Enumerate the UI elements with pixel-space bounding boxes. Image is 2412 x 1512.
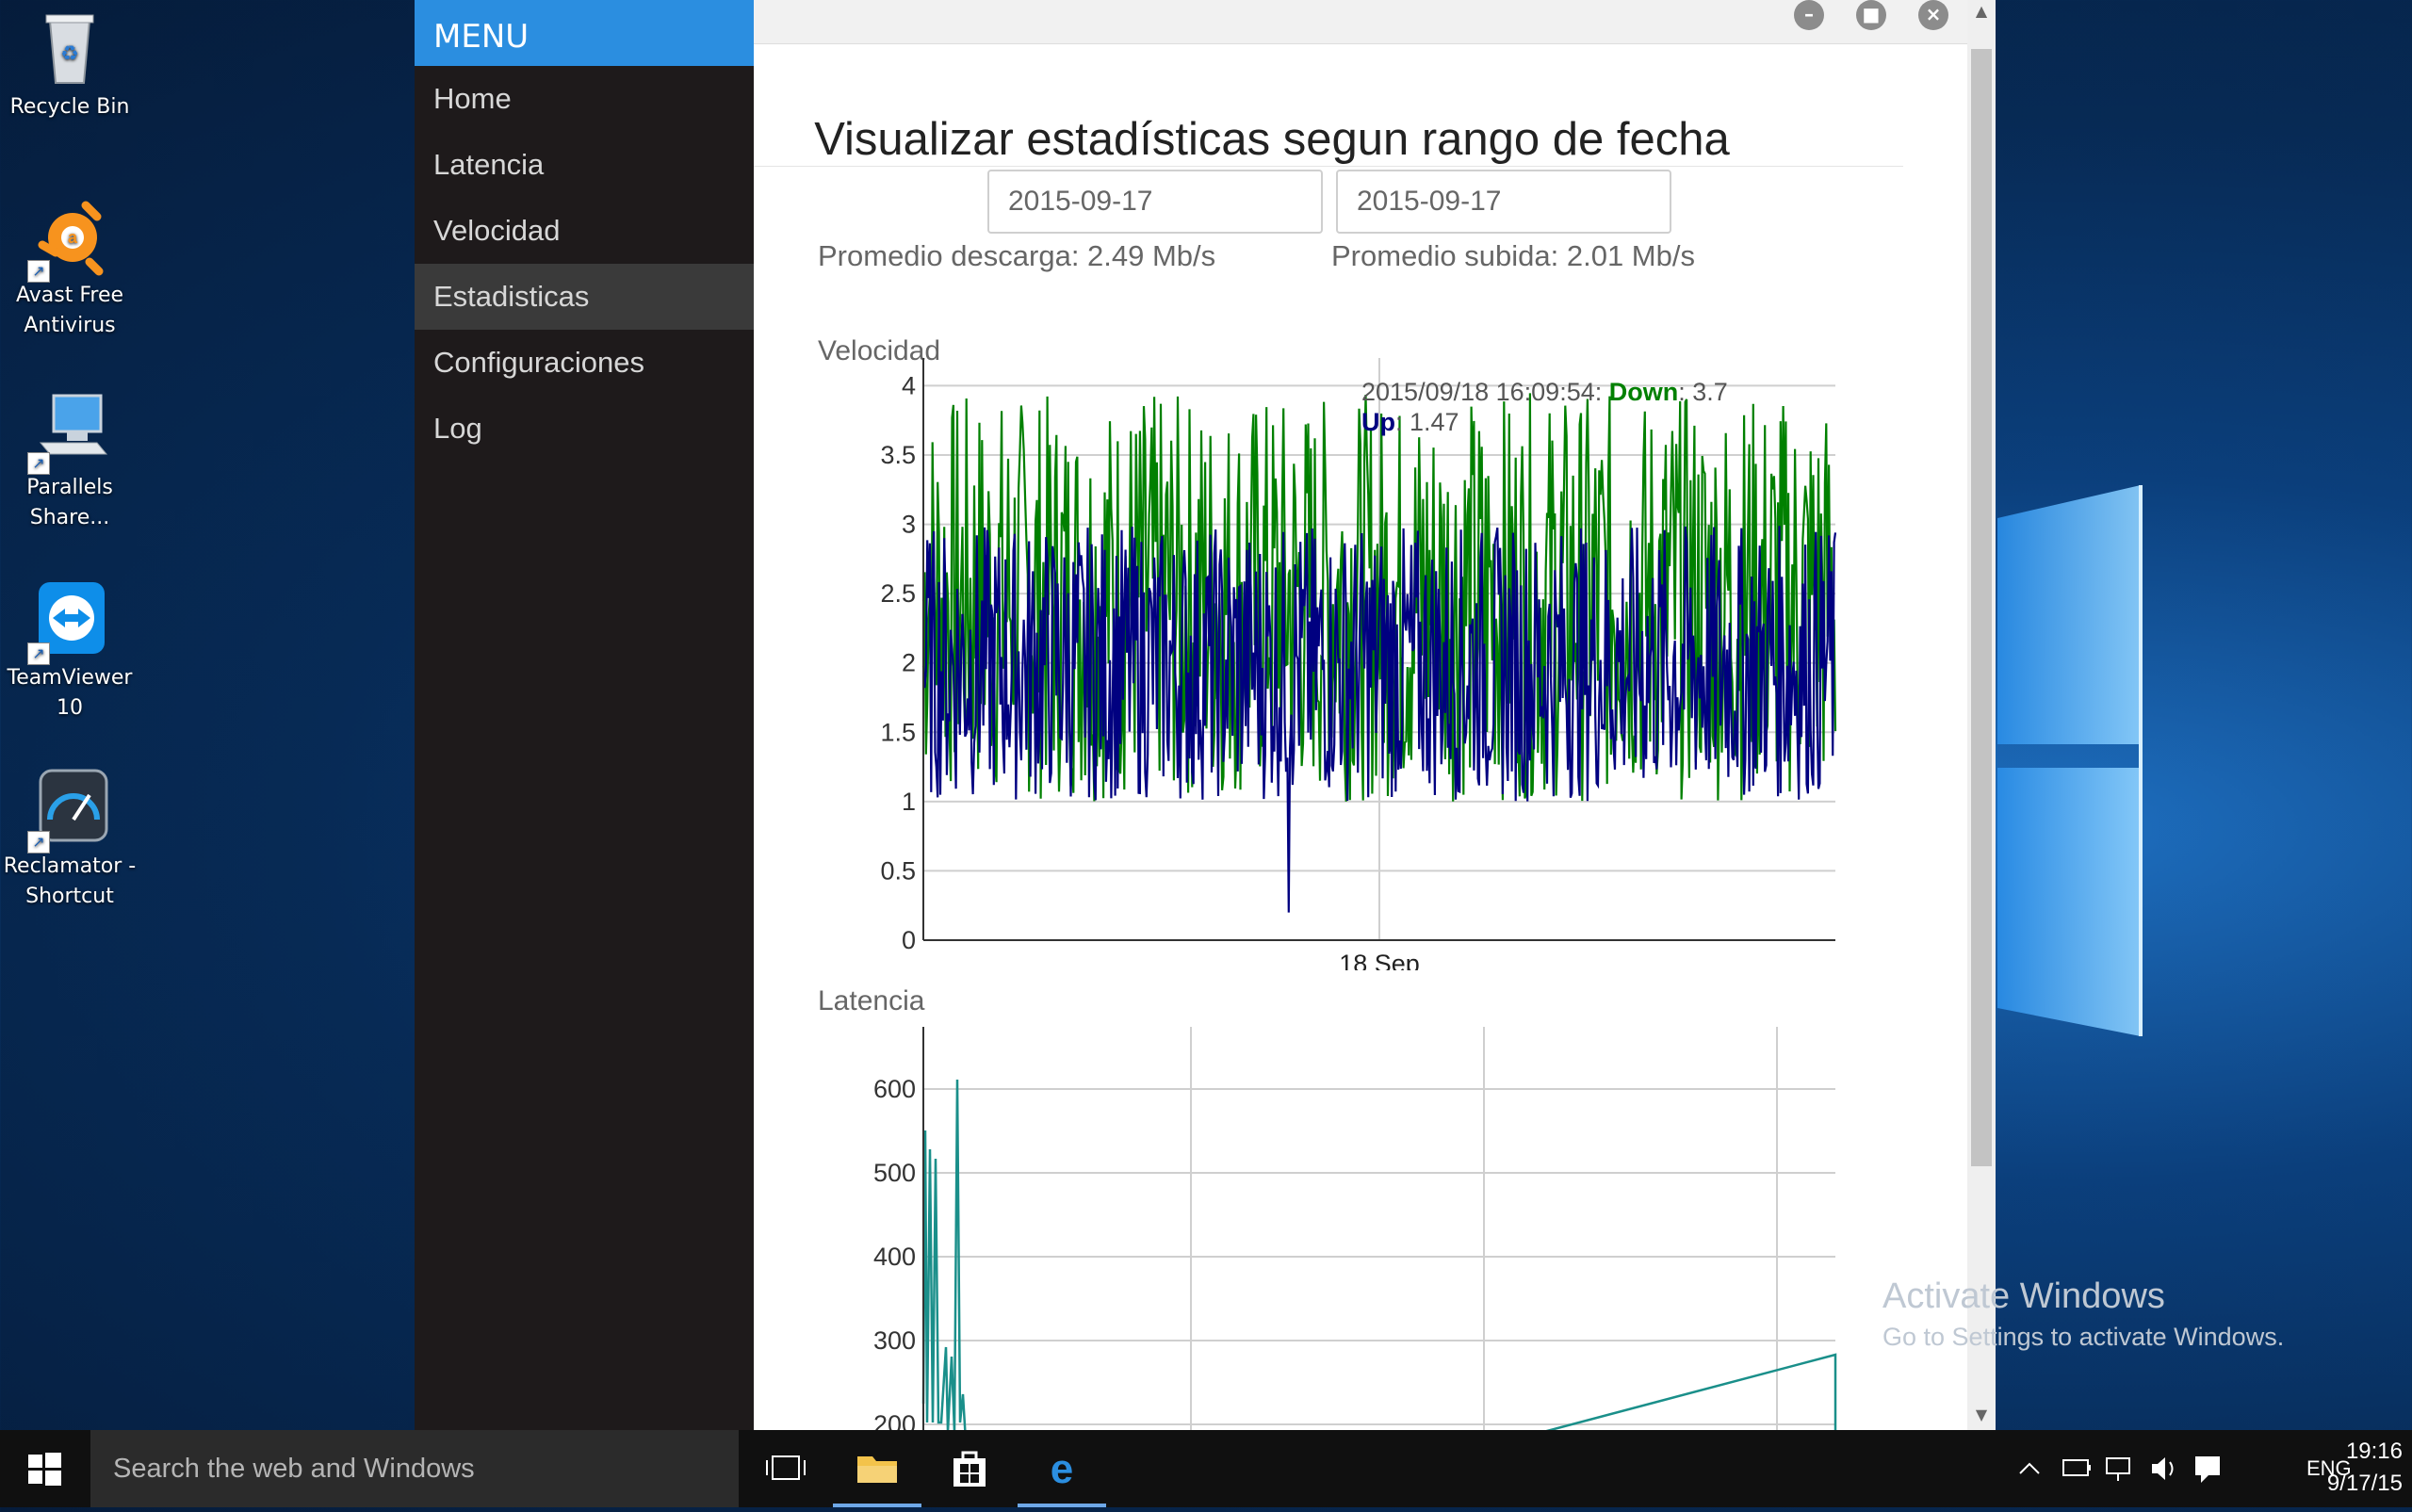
watermark-subtitle: Go to Settings to activate Windows.: [1882, 1323, 2285, 1351]
chevron-up-icon[interactable]: [2019, 1462, 2040, 1474]
file-explorer-button[interactable]: [833, 1430, 921, 1507]
main-content: – ■ × Visualizar estadísticas segun rang…: [754, 0, 1967, 1430]
desktop-icon-recycle-bin[interactable]: ♻ Recycle Bin: [0, 8, 139, 122]
shortcut-arrow-icon: ↗: [27, 260, 50, 283]
desktop-icon-label: Recycle Bin: [9, 95, 130, 119]
y-tick-label: 3: [902, 511, 916, 539]
y-tick-label: 0: [902, 926, 916, 954]
desktop-icon-label: Parallels Share...: [26, 476, 113, 529]
computer-icon: ↗: [27, 388, 110, 475]
store-icon: [953, 1451, 986, 1487]
task-view-icon: [766, 1455, 806, 1480]
tooltip-up-value: : 1.47: [1395, 408, 1459, 436]
y-tick-label: 1.5: [880, 718, 916, 746]
folder-icon: [857, 1456, 897, 1483]
teamviewer-icon: ↗: [27, 578, 110, 665]
svg-text:2015/09/18 16:09:54: Down: 3.7: 2015/09/18 16:09:54: Down: 3.7: [1361, 378, 1728, 406]
y-tick-label: 3.5: [880, 441, 916, 469]
tooltip-up-label: Up: [1361, 408, 1395, 436]
shortcut-arrow-icon: ↗: [27, 452, 50, 475]
windows-logo-wallpaper: [1997, 485, 2143, 1036]
avast-icon: a ↗: [27, 196, 110, 283]
recycle-bin-icon: ♻: [29, 8, 110, 89]
sidebar-menu: MENU Home Latencia Velocidad Estadistica…: [415, 0, 754, 1430]
y-tick-label: 4: [902, 371, 916, 399]
desktop-icon-reclamator[interactable]: ↗ Reclamator - Shortcut: [0, 767, 139, 912]
desktop-icon-teamviewer[interactable]: ↗ TeamViewer 10: [0, 578, 139, 723]
clock-date: 9/17/15: [2326, 1471, 2403, 1496]
notification-icon[interactable]: [2195, 1456, 2220, 1483]
latency-series-line: [1545, 1353, 1837, 1430]
latency-chart: 200 300 400 500 600: [873, 1027, 1837, 1430]
edge-browser-button[interactable]: e: [1018, 1430, 1106, 1507]
store-button[interactable]: [925, 1430, 1014, 1507]
desktop-icon-label: TeamViewer 10: [7, 666, 133, 720]
average-upload-text: Promedio subida: 2.01 Mb/s: [1331, 239, 1695, 272]
speedometer-icon: ↗: [27, 767, 110, 854]
y-tick-label: 200: [873, 1410, 916, 1430]
y-tick-label: 2: [902, 649, 916, 677]
menu-item-configuraciones[interactable]: Configuraciones: [415, 330, 754, 396]
tooltip-down-value: : 3.7: [1678, 378, 1728, 406]
y-tick-label: 0.5: [880, 856, 916, 885]
battery-icon[interactable]: [2062, 1459, 2091, 1476]
maximize-icon[interactable]: ■: [1856, 0, 1886, 30]
y-tick-label: 400: [873, 1243, 916, 1271]
average-download-text: Promedio descarga: 2.49 Mb/s: [818, 239, 1216, 272]
clock[interactable]: 19:16 9/17/15: [2290, 1436, 2403, 1500]
activate-windows-watermark: Activate Windows Go to Settings to activ…: [1882, 1276, 2284, 1352]
taskbar-search-input[interactable]: Search the web and Windows: [90, 1430, 739, 1507]
close-icon[interactable]: ×: [1918, 0, 1948, 30]
y-tick-label: 300: [873, 1326, 916, 1355]
date-to-input[interactable]: [1336, 170, 1671, 234]
svg-text:a: a: [68, 228, 78, 247]
scroll-down-icon[interactable]: ▼: [1967, 1404, 1996, 1426]
y-tick-label: 1: [902, 788, 916, 816]
windows-start-icon: [28, 1453, 61, 1486]
y-tick-label: 2.5: [880, 579, 916, 608]
menu-item-latencia[interactable]: Latencia: [415, 132, 754, 198]
scrollbar-thumb[interactable]: [1971, 49, 1992, 1166]
page-title: Visualizar estadísticas segun rango de f…: [814, 114, 1730, 165]
system-tray: [2009, 1430, 2282, 1507]
window-titlebar: – ■ ×: [754, 0, 1967, 44]
network-icon[interactable]: [2106, 1457, 2130, 1481]
menu-item-log[interactable]: Log: [415, 396, 754, 462]
svg-text:♻: ♻: [60, 41, 79, 65]
chart-tooltip: 2015/09/18 16:09:54: Down: 3.7 Up: 1.47: [1361, 378, 1728, 436]
scroll-up-icon[interactable]: ▲: [1967, 0, 1996, 23]
menu-item-velocidad[interactable]: Velocidad: [415, 198, 754, 264]
y-tick-label: 600: [873, 1075, 916, 1103]
speed-chart: 0 0.5 1 1.5 2 2.5 3 3.5 4 18 Sep 2015/09/18 16:09…: [880, 358, 1837, 970]
scrollbar[interactable]: ▲ ▼: [1967, 0, 1996, 1430]
desktop-icon-label: Reclamator - Shortcut: [3, 854, 137, 908]
task-view-button[interactable]: [741, 1430, 829, 1507]
desktop-icon-avast[interactable]: a ↗ Avast Free Antivirus: [0, 196, 139, 341]
minimize-icon[interactable]: –: [1794, 0, 1824, 30]
latency-series-line: [921, 1079, 967, 1430]
tooltip-down-label: Down: [1609, 378, 1679, 406]
menu-item-estadisticas[interactable]: Estadisticas: [415, 264, 754, 330]
menu-title: MENU: [415, 0, 754, 66]
watermark-title: Activate Windows: [1882, 1276, 2165, 1316]
taskbar: Search the web and Windows e ENG 19:16 9…: [0, 1430, 2412, 1507]
clock-time: 19:16: [2345, 1439, 2403, 1464]
desktop-icon-label: Avast Free Antivirus: [15, 284, 124, 337]
y-tick-label: 500: [873, 1159, 916, 1187]
start-button[interactable]: [0, 1430, 89, 1507]
svg-text:Up: 1.47: Up: 1.47: [1361, 408, 1459, 436]
x-tick-label: 18 Sep: [1339, 950, 1420, 970]
shortcut-arrow-icon: ↗: [27, 642, 50, 665]
desktop-icon-parallels[interactable]: ↗ Parallels Share...: [0, 388, 139, 533]
tooltip-time: 2015/09/18 16:09:54:: [1361, 378, 1602, 406]
divider: [754, 166, 1903, 167]
date-from-input[interactable]: [987, 170, 1323, 234]
shortcut-arrow-icon: ↗: [27, 831, 50, 854]
edge-icon: e: [1051, 1446, 1073, 1492]
menu-item-home[interactable]: Home: [415, 66, 754, 132]
volume-icon[interactable]: [2152, 1457, 2174, 1480]
svg-text:e: e: [1051, 1446, 1073, 1492]
